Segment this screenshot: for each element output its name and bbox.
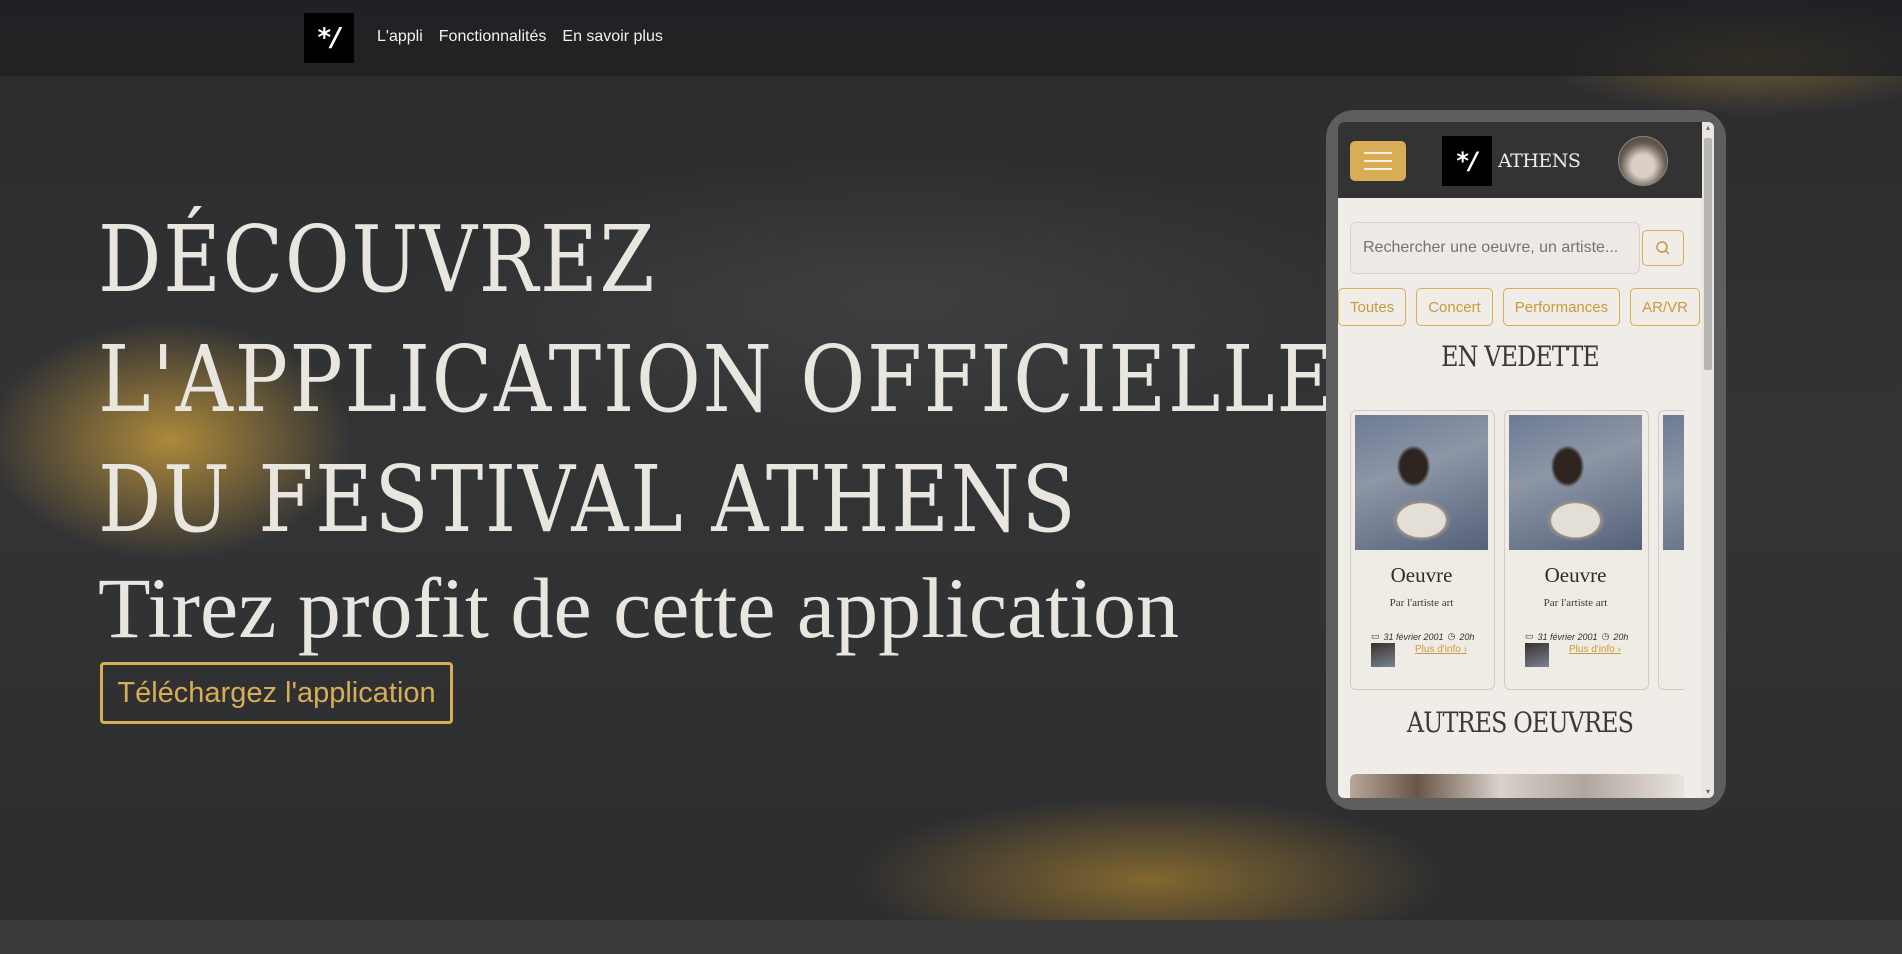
featured-carousel: Oeuvre Par l'artiste art ▭ 31 février 20… — [1350, 410, 1684, 690]
headline-line-2: L'APPLICATION OFFICIELLE — [98, 326, 1336, 433]
calendar-icon: ▭ — [1525, 631, 1534, 641]
chip-ar-vr[interactable]: AR/VR — [1630, 288, 1700, 326]
top-navbar: */ L'appli Fonctionnalités En savoir plu… — [0, 0, 1902, 76]
headline-line-1: DÉCOUVREZ — [98, 206, 657, 313]
card-more-link[interactable]: Plus d'info › — [1569, 644, 1621, 655]
clock-icon: ◷ — [1447, 631, 1456, 641]
calendar-icon: ▭ — [1371, 631, 1380, 641]
featured-card[interactable]: Oeuvre Par l'artiste art ▭ 31 février 20… — [1350, 410, 1495, 690]
featured-title: EN VEDETTE — [1441, 340, 1600, 373]
nav-links: L'appli Fonctionnalités En savoir plus — [377, 28, 663, 46]
scrollbar[interactable]: ▴ ▾ — [1702, 122, 1714, 798]
chip-toutes[interactable]: Toutes — [1338, 288, 1407, 326]
hamburger-icon[interactable] — [1350, 141, 1406, 181]
card-more-link[interactable]: Plus d'info › — [1415, 644, 1467, 655]
card-time: 20h — [1459, 631, 1475, 642]
nav-link-fonctionnalites[interactable]: Fonctionnalités — [439, 28, 547, 46]
card-thumbnail — [1371, 643, 1395, 667]
hero-subline: Tirez profit de cette application — [98, 560, 1180, 656]
phone-mockup: */ ATHENS Toutes Concert Performances AR… — [1326, 110, 1726, 810]
card-artist: Par l'artiste art — [1389, 597, 1454, 609]
headline-line-3: DU FESTIVAL ATHENS — [98, 446, 1078, 553]
featured-card[interactable]: Oeuvre Par l'artiste art ▭ 31 février 20… — [1504, 410, 1649, 690]
card-title: Oeuvre — [1544, 563, 1607, 587]
chevron-right-icon: › — [1463, 644, 1467, 655]
card-time: 20h — [1613, 631, 1629, 642]
search-icon — [1656, 241, 1670, 255]
clock-icon: ◷ — [1601, 631, 1610, 641]
search-input[interactable] — [1350, 222, 1640, 274]
avatar[interactable] — [1618, 136, 1668, 186]
card-artist: Par l'artiste art — [1543, 597, 1608, 609]
card-title: Oeuvre — [1390, 563, 1453, 587]
card-meta: ▭ 31 février 2001 ◷ 20h — [1371, 631, 1474, 642]
card-date: 31 février 2001 — [1537, 631, 1598, 642]
site-logo[interactable]: */ — [304, 13, 354, 63]
app-logo[interactable]: */ — [1442, 136, 1492, 186]
card-image — [1509, 415, 1642, 550]
app-header: */ ATHENS — [1338, 122, 1702, 198]
hero-headline: DÉCOUVREZ L'APPLICATION OFFICIELLE DU FE… — [98, 200, 1336, 560]
card-image — [1355, 415, 1488, 550]
featured-card-partial[interactable] — [1658, 410, 1684, 690]
card-image — [1663, 415, 1684, 550]
scroll-up-icon[interactable]: ▴ — [1704, 124, 1712, 132]
chip-performances[interactable]: Performances — [1502, 288, 1621, 326]
footer-strip — [0, 920, 1902, 954]
download-app-button[interactable]: Téléchargez l'application — [100, 662, 453, 724]
chip-concert[interactable]: Concert — [1416, 288, 1493, 326]
nav-link-en-savoir-plus[interactable]: En savoir plus — [562, 28, 663, 46]
card-thumbnail — [1525, 643, 1549, 667]
card-meta: ▭ 31 février 2001 ◷ 20h — [1525, 631, 1628, 642]
other-works-title: AUTRES OEUVRES — [1406, 706, 1634, 739]
other-work-image[interactable] — [1350, 774, 1684, 798]
scroll-down-icon[interactable]: ▾ — [1704, 788, 1712, 796]
search-button[interactable] — [1642, 230, 1684, 266]
chevron-right-icon: › — [1617, 644, 1621, 655]
category-chips: Toutes Concert Performances AR/VR — [1338, 288, 1700, 326]
nav-link-appli[interactable]: L'appli — [377, 28, 423, 46]
scroll-thumb[interactable] — [1704, 138, 1712, 370]
card-date: 31 février 2001 — [1383, 631, 1444, 642]
app-name: ATHENS — [1498, 150, 1581, 172]
phone-screen: */ ATHENS Toutes Concert Performances AR… — [1338, 122, 1714, 798]
